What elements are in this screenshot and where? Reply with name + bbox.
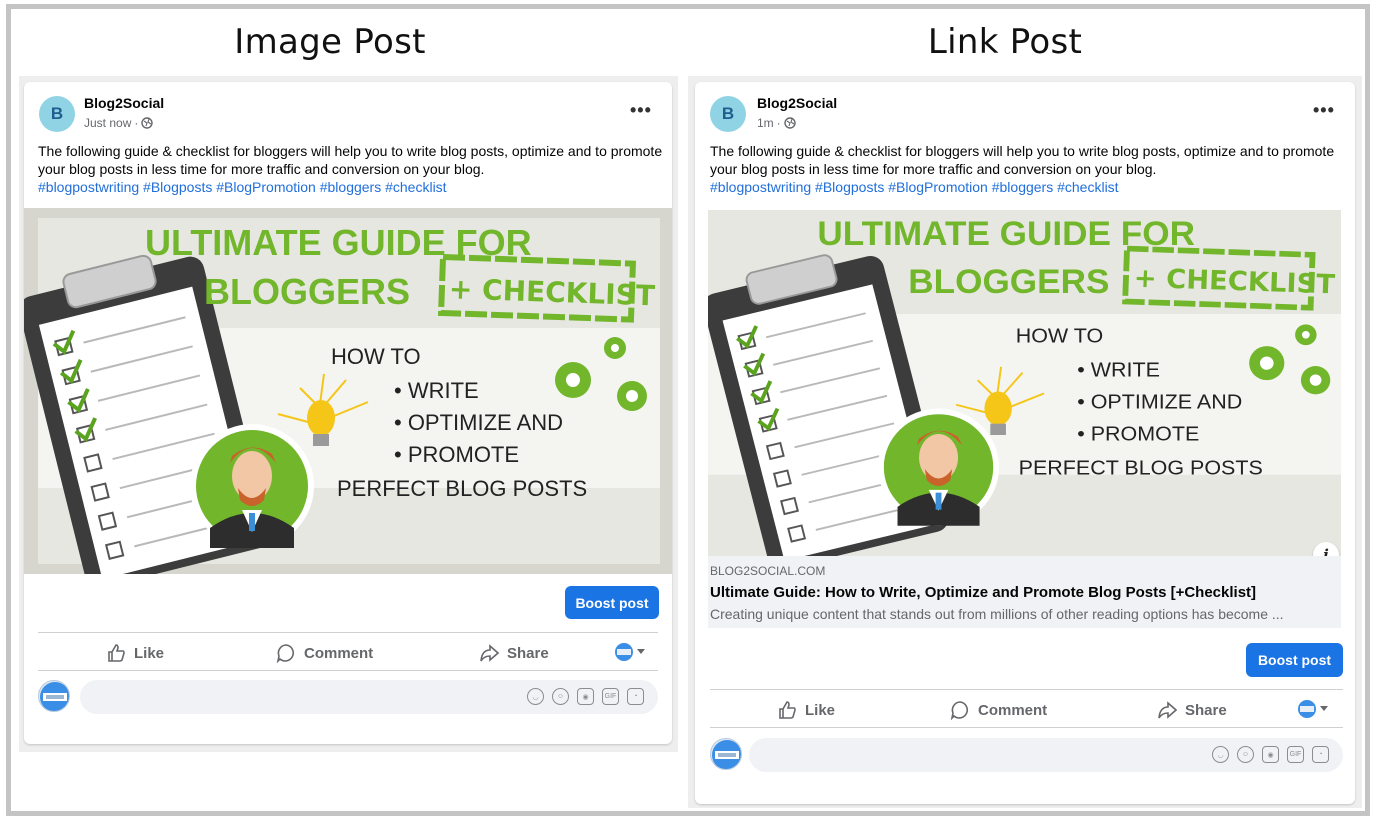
graphic-title-line2: BLOGGERS	[908, 264, 1109, 301]
page-avatar[interactable]: B	[39, 96, 75, 132]
graphic-title-line2: BLOGGERS	[204, 271, 410, 312]
post-image[interactable]: ULTIMATE GUIDE FOR BLOGGERS + CHECKLIST …	[24, 208, 672, 574]
like-button[interactable]: Like	[106, 643, 164, 663]
link-post-heading: Link Post	[927, 22, 1083, 62]
blog2social-logo-icon	[712, 740, 741, 769]
divider	[710, 727, 1343, 728]
graphic-bullet-3: • PROMOTE	[1077, 423, 1199, 446]
divider	[38, 670, 658, 671]
link-post-card: B Blog2Social 1m · ••• The following gui…	[695, 82, 1355, 804]
divider	[710, 689, 1343, 690]
share-label: Share	[1185, 701, 1227, 719]
graphic-last-line: PERFECT BLOG POSTS	[1019, 457, 1263, 480]
camera-icon[interactable]: ◉	[577, 688, 594, 705]
post-time[interactable]: Just now	[84, 116, 131, 130]
avatar-sticker-icon[interactable]: ◡	[527, 688, 544, 705]
hashtags-link[interactable]: #blogpostwriting #Blogposts #BlogPromoti…	[710, 179, 1119, 195]
link-description: Creating unique content that stands out …	[710, 606, 1284, 622]
post-time[interactable]: 1m	[757, 116, 774, 130]
guide-graphic: ULTIMATE GUIDE FOR BLOGGERS + CHECKLIST …	[24, 208, 672, 574]
page-avatar[interactable]: B	[710, 96, 746, 132]
comment-input[interactable]: ◡ ☺ ◉ GIF ◔	[80, 680, 658, 714]
graphic-bullet-3: • PROMOTE	[394, 442, 519, 467]
share-label: Share	[507, 644, 549, 662]
post-meta: 1m ·	[757, 116, 796, 130]
chevron-down-icon	[1320, 706, 1328, 711]
more-options-button[interactable]: •••	[1313, 100, 1335, 121]
graphic-howto: HOW TO	[331, 344, 421, 369]
author-name[interactable]: Blog2Social	[84, 95, 164, 111]
post-message: The following guide & checklist for blog…	[38, 143, 663, 177]
share-icon	[1158, 701, 1177, 719]
link-preview-meta[interactable]: BLOG2SOCIAL.COM Ultimate Guide: How to W…	[708, 556, 1341, 628]
divider	[38, 632, 658, 633]
thumbs-up-icon	[779, 701, 796, 719]
link-domain: BLOG2SOCIAL.COM	[710, 564, 826, 578]
sticker-icon[interactable]: ◔	[627, 688, 644, 705]
graphic-bullet-1: • WRITE	[1077, 359, 1160, 382]
commenter-avatar[interactable]	[38, 680, 70, 712]
image-post-heading: Image Post	[234, 22, 426, 62]
audience-globe-icon	[615, 643, 633, 661]
more-options-button[interactable]: •••	[630, 100, 652, 121]
graphic-bullet-2: • OPTIMIZE AND	[1077, 391, 1242, 414]
globe-icon	[783, 117, 796, 129]
share-button[interactable]: Share	[1157, 700, 1227, 720]
graphic-bullet-1: • WRITE	[394, 378, 479, 403]
comment-icon	[276, 644, 295, 663]
avatar-sticker-icon[interactable]: ◡	[1212, 746, 1229, 763]
share-button[interactable]: Share	[479, 643, 549, 663]
hashtags-link[interactable]: #blogpostwriting #Blogposts #BlogPromoti…	[38, 179, 447, 195]
author-name[interactable]: Blog2Social	[757, 95, 837, 111]
graphic-howto: HOW TO	[1016, 325, 1103, 348]
globe-icon	[141, 117, 154, 129]
graphic-bullet-2: • OPTIMIZE AND	[394, 410, 563, 435]
blog2social-logo-icon	[40, 682, 69, 711]
audience-globe-icon	[1298, 700, 1316, 718]
comment-tools: ◡ ☺ ◉ GIF ◔	[527, 688, 644, 705]
comment-input[interactable]: ◡ ☺ ◉ GIF ◔	[749, 738, 1343, 772]
sticker-icon[interactable]: ◔	[1312, 746, 1329, 763]
audience-selector[interactable]	[1297, 699, 1328, 719]
gif-icon[interactable]: GIF	[1287, 746, 1304, 763]
chevron-down-icon	[637, 649, 645, 654]
image-post-card: B Blog2Social Just now · ••• The followi…	[24, 82, 672, 744]
like-label: Like	[805, 701, 836, 719]
graphic-last-line: PERFECT BLOG POSTS	[337, 476, 587, 501]
link-preview-image[interactable]: ULTIMATE GUIDE FOR BLOGGERS + CHECKLIST …	[708, 210, 1341, 556]
comment-tools: ◡ ☺ ◉ GIF ◔	[1212, 746, 1329, 763]
emoji-icon[interactable]: ☺	[552, 688, 569, 705]
comment-button[interactable]: Comment	[950, 700, 1047, 720]
thumbs-up-icon	[108, 644, 125, 662]
emoji-icon[interactable]: ☺	[1237, 746, 1254, 763]
comment-label: Comment	[304, 644, 374, 662]
link-title[interactable]: Ultimate Guide: How to Write, Optimize a…	[710, 584, 1256, 601]
guide-graphic: ULTIMATE GUIDE FOR BLOGGERS + CHECKLIST …	[708, 210, 1341, 556]
audience-selector[interactable]	[614, 642, 645, 662]
comment-icon	[950, 701, 969, 720]
post-text: The following guide & checklist for blog…	[710, 142, 1342, 196]
gif-icon[interactable]: GIF	[602, 688, 619, 705]
post-meta: Just now ·	[84, 116, 154, 130]
like-label: Like	[134, 644, 165, 662]
post-text: The following guide & checklist for blog…	[38, 142, 663, 196]
like-button[interactable]: Like	[777, 700, 835, 720]
share-icon	[480, 644, 499, 662]
boost-post-button[interactable]: Boost post	[565, 586, 659, 619]
post-message: The following guide & checklist for blog…	[710, 143, 1335, 177]
camera-icon[interactable]: ◉	[1262, 746, 1279, 763]
comment-label: Comment	[978, 701, 1048, 719]
comment-button[interactable]: Comment	[276, 643, 373, 663]
commenter-avatar[interactable]	[710, 738, 742, 770]
boost-post-button[interactable]: Boost post	[1246, 643, 1343, 677]
